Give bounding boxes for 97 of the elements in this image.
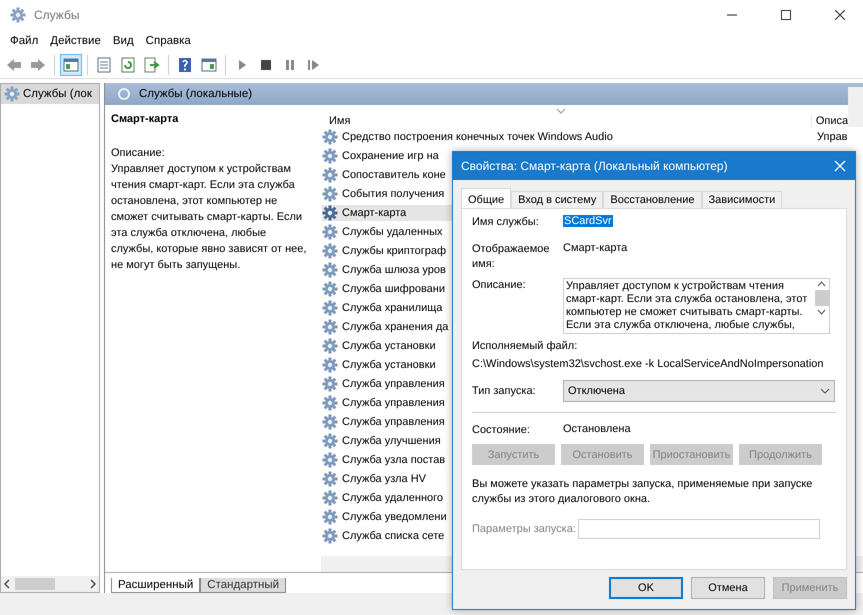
toolbar-button[interactable] xyxy=(60,54,82,76)
gear-icon xyxy=(322,470,338,486)
maximize-icon[interactable] xyxy=(781,10,791,20)
gear-icon xyxy=(10,7,26,23)
field-label: Имя службы: xyxy=(472,215,540,230)
service-name[interactable]: Служба управления xyxy=(340,414,447,428)
gear-icon xyxy=(322,224,338,240)
dialog-title: Свойства: Смарт-карта (Локальный компьютер) xyxy=(461,159,729,173)
gear-icon xyxy=(322,432,338,448)
gear-icon xyxy=(322,166,338,182)
service-name[interactable]: Смарт-карта xyxy=(340,206,408,220)
service-name[interactable]: Служба установки xyxy=(340,338,438,352)
gear-icon xyxy=(322,490,338,506)
tree-item[interactable]: Службы (лок xyxy=(1,84,99,104)
gear-icon xyxy=(322,318,338,334)
gear-icon xyxy=(4,86,20,102)
service-name[interactable]: Служба удаленного xyxy=(340,490,446,504)
gear-icon xyxy=(322,300,338,316)
menu-item[interactable]: Справка xyxy=(140,33,197,49)
service-name[interactable]: Сопоставитель коне xyxy=(340,168,448,182)
gear-icon xyxy=(322,128,338,144)
hint-text: Вы можете указать параметры запуска, применяемые при запуске службы из этого диалогового окна. xyxy=(472,477,814,507)
service-name[interactable]: Сохранение игр на xyxy=(340,148,441,162)
stop-icon xyxy=(258,57,274,73)
gear-icon xyxy=(322,356,338,372)
service-name[interactable]: События получения xyxy=(340,186,446,200)
table-cell: Управ xyxy=(817,130,848,142)
dialog-tab[interactable]: Вход в систему xyxy=(511,191,604,208)
dialog-tab[interactable]: Общие xyxy=(461,188,512,208)
service-name[interactable]: Служба хранилища xyxy=(340,300,444,314)
dialog-tab[interactable]: Зависимости xyxy=(702,191,782,208)
field-label: Исполняемый файл: xyxy=(472,340,578,352)
gear-icon xyxy=(322,528,338,544)
dialog-tab[interactable]: Восстановление xyxy=(603,191,702,208)
service-name[interactable]: Служба узла постав xyxy=(340,452,448,466)
gear-icon xyxy=(322,376,338,392)
close-icon[interactable] xyxy=(835,10,845,20)
vertical-scrollbar[interactable] xyxy=(848,87,863,127)
export-icon xyxy=(144,57,160,73)
display-name-value: Смарт-карта xyxy=(563,242,628,254)
pane-title: Службы (локальные) xyxy=(139,88,252,100)
status-value: Остановлена xyxy=(563,423,631,435)
refresh-icon xyxy=(120,57,136,73)
scroll-thumb[interactable] xyxy=(814,290,828,306)
chevron-down-icon xyxy=(820,388,830,394)
service-name[interactable]: Служба списка сете xyxy=(340,528,446,542)
gear-icon xyxy=(322,414,338,430)
service-name[interactable]: Службы удаленных xyxy=(340,224,444,238)
gear-icon xyxy=(322,204,338,220)
service-title: Смарт-карта xyxy=(111,113,180,125)
gear-icon xyxy=(322,242,338,258)
service-name[interactable]: Средство построения конечных точек Windows Audio xyxy=(340,130,615,144)
panel-icon xyxy=(63,57,79,73)
gear-icon xyxy=(322,508,338,524)
menu-item[interactable]: Действие xyxy=(44,33,107,49)
gear-icon xyxy=(322,148,338,164)
gear-icon xyxy=(322,394,338,410)
gear-icon xyxy=(322,186,338,202)
service-name[interactable]: Служба уведомлени xyxy=(340,510,449,524)
gear-icon xyxy=(322,338,338,354)
field-label: Отображаемое имя: xyxy=(472,242,551,272)
menu-item[interactable]: Вид xyxy=(106,33,140,49)
view-tab[interactable]: Расширенный xyxy=(111,578,200,593)
startup-type-dropdown[interactable]: Отключена xyxy=(563,380,835,402)
service-name[interactable]: Служба узла HV xyxy=(340,472,428,486)
service-name[interactable]: Служба шлюза уров xyxy=(340,262,448,276)
service-name[interactable]: Служба установки xyxy=(340,358,438,372)
horizontal-scrollbar[interactable] xyxy=(1,576,99,592)
service-name[interactable]: Служба хранения да xyxy=(340,320,450,334)
field-label: Состояние: xyxy=(472,423,531,438)
service-name[interactable]: Служба управления xyxy=(340,376,447,390)
menu-item[interactable]: Файл xyxy=(4,33,44,49)
panel-icon xyxy=(201,57,217,73)
gear-icon xyxy=(322,262,338,278)
column-header[interactable]: Имя xyxy=(329,115,811,127)
field-label: Тип запуска: xyxy=(472,384,537,398)
gear-icon xyxy=(322,280,338,296)
description-label: Описание: xyxy=(111,146,166,161)
help-icon xyxy=(177,57,193,73)
service-name-value: SCardSvr xyxy=(563,215,613,227)
service-name[interactable]: Служба улучшения xyxy=(340,434,443,448)
description-text: Управляет доступом к устройствам чтения смарт-карт. Если эта служба остановлена, этот компьютер не сможет считывать смарт-карты. Если эта служба отключена, любые службы, которые явно зависят от нее, не могут быть запущены. xyxy=(111,162,308,273)
dialog-button[interactable]: Отмена xyxy=(691,577,765,599)
field-label: Параметры запуска: xyxy=(472,523,576,535)
forward-arrow-icon xyxy=(30,57,46,73)
service-name[interactable]: Служба шифровани xyxy=(340,282,448,296)
dialog-button[interactable]: OK xyxy=(609,577,683,599)
service-name[interactable]: Службы криптограф xyxy=(340,244,448,258)
back-arrow-icon xyxy=(6,57,22,73)
field-label: Описание: xyxy=(472,278,527,293)
gear-icon xyxy=(322,452,338,468)
document-icon xyxy=(96,57,112,73)
sort-caret-icon xyxy=(556,108,566,114)
view-tab[interactable]: Стандартный xyxy=(200,578,286,593)
executable-path: C:\Windows\system32\svchost.exe -k LocalServiceAndNoImpersonation xyxy=(472,358,825,370)
window-title: Службы xyxy=(34,8,80,22)
service-name[interactable]: Служба управления xyxy=(340,396,447,410)
